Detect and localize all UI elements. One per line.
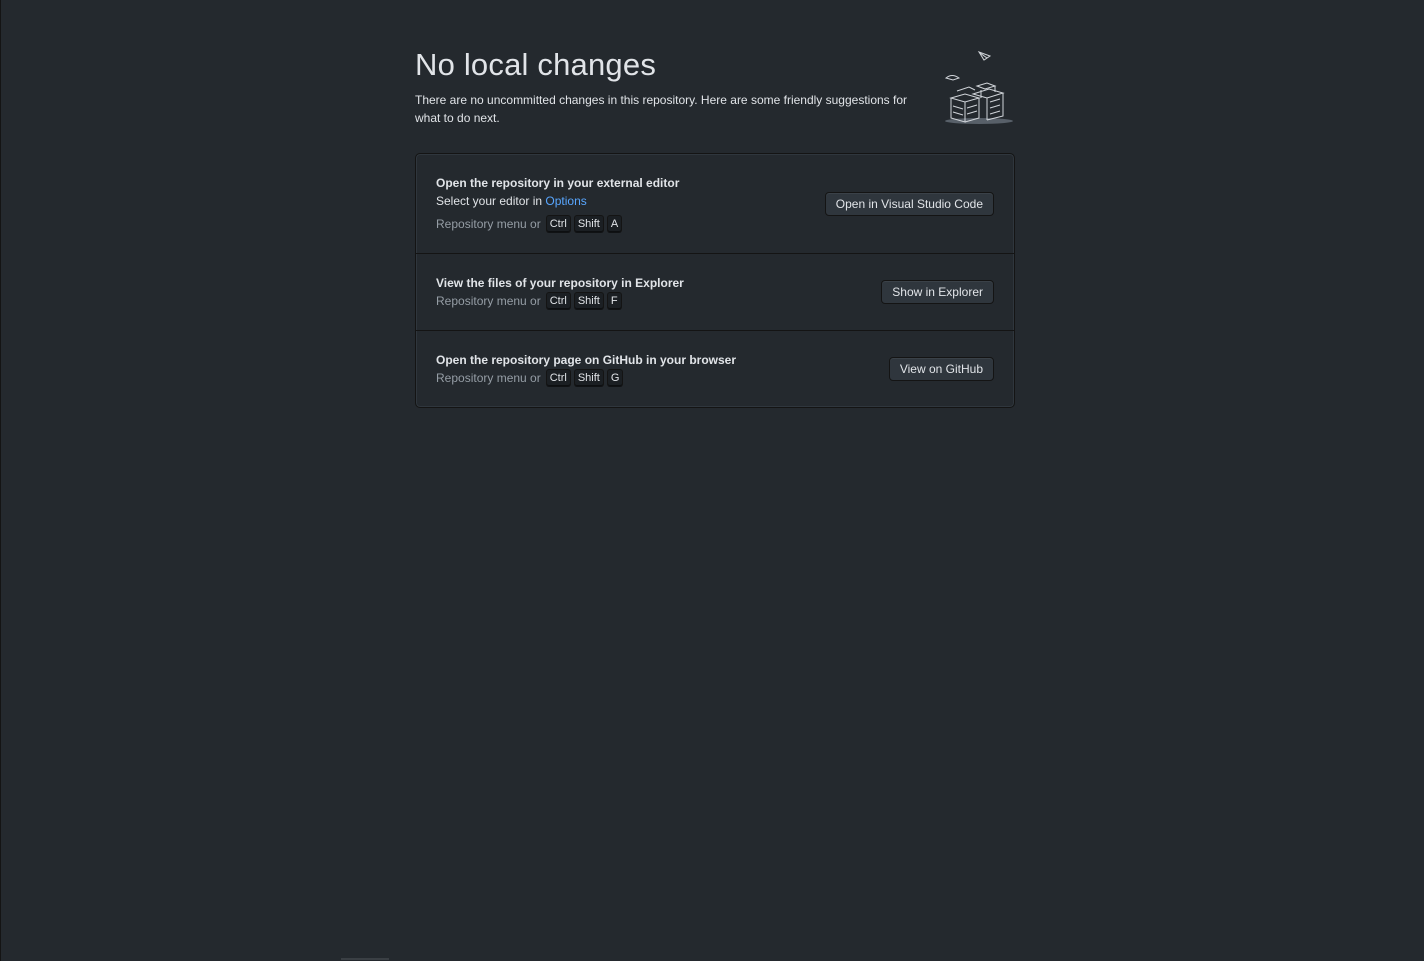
suggestion-open-editor: Open the repository in your external edi… (416, 154, 1014, 254)
view-on-github-button[interactable]: View on GitHub (888, 357, 994, 381)
suggestions-list: Open the repository in your external edi… (415, 153, 1015, 408)
suggestion-text: Open the repository in your external edi… (436, 174, 679, 233)
empty-repository-illustration-icon (944, 51, 1013, 124)
key-g: G (606, 369, 624, 387)
shortcut-hint: Repository menu or Ctrl Shift G (436, 369, 736, 387)
show-in-explorer-button[interactable]: Show in Explorer (881, 280, 994, 304)
shortcut-hint: Repository menu or Ctrl Shift F (436, 292, 684, 310)
suggestion-show-in-explorer: View the files of your repository in Exp… (416, 254, 1014, 331)
no-changes-view: No local changes There are no uncommitte… (415, 44, 1015, 408)
hint-label: Repository menu or (436, 217, 541, 231)
key-a: A (606, 215, 623, 233)
key-ctrl: Ctrl (545, 292, 571, 310)
shortcut-hint: Repository menu or Ctrl Shift A (436, 215, 679, 233)
key-shift: Shift (573, 292, 604, 310)
options-link[interactable]: Options (545, 194, 586, 208)
header: No local changes There are no uncommitte… (415, 44, 1015, 153)
suggestion-text: View the files of your repository in Exp… (436, 274, 684, 310)
open-in-editor-button[interactable]: Open in Visual Studio Code (824, 191, 994, 216)
page-subtitle: There are no uncommitted changes in this… (415, 93, 908, 125)
hint-label: Repository menu or (436, 371, 541, 385)
key-shift: Shift (573, 369, 604, 387)
key-ctrl: Ctrl (545, 215, 571, 233)
key-f: F (606, 292, 622, 310)
suggestion-view-on-github: Open the repository page on GitHub in yo… (416, 331, 1014, 407)
hint-label: Repository menu or (436, 294, 541, 308)
bottom-divider (341, 958, 389, 960)
page-title: No local changes (415, 47, 657, 82)
suggestion-title: Open the repository in your external edi… (436, 176, 680, 190)
suggestion-description: Select your editor in Options (436, 192, 679, 210)
suggestion-title: View the files of your repository in Exp… (436, 276, 684, 290)
description-prefix: Select your editor in (436, 194, 546, 208)
key-shift: Shift (573, 215, 604, 233)
suggestion-title: Open the repository page on GitHub in yo… (436, 353, 737, 367)
key-ctrl: Ctrl (545, 369, 571, 387)
app-window: No local changes There are no uncommitte… (0, 0, 1424, 961)
suggestion-text: Open the repository page on GitHub in yo… (436, 351, 736, 387)
